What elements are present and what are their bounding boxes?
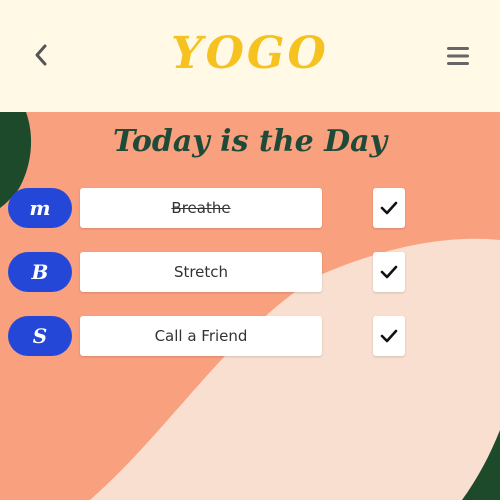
task-checkbox[interactable] — [373, 188, 405, 228]
task-checkbox[interactable] — [373, 252, 405, 292]
task-row: B Stretch — [0, 251, 500, 293]
task-row: m Breathe — [0, 187, 500, 229]
app-logo[interactable]: YOGO — [0, 28, 500, 79]
hamburger-menu-icon — [447, 47, 469, 65]
task-label[interactable]: Breathe — [80, 188, 322, 228]
task-label[interactable]: Stretch — [80, 252, 322, 292]
menu-button[interactable] — [444, 42, 472, 70]
task-checkbox[interactable] — [373, 316, 405, 356]
checkmark-icon — [380, 265, 398, 279]
day-badge: m — [8, 188, 72, 228]
page-title: Today is the Day — [113, 124, 387, 159]
app-header: YOGO — [0, 0, 500, 112]
checkmark-icon — [380, 329, 398, 343]
day-badge: B — [8, 252, 72, 292]
checkmark-icon — [380, 201, 398, 215]
day-badge: S — [8, 316, 72, 356]
task-row: S Call a Friend — [0, 315, 500, 357]
task-label[interactable]: Call a Friend — [80, 316, 322, 356]
